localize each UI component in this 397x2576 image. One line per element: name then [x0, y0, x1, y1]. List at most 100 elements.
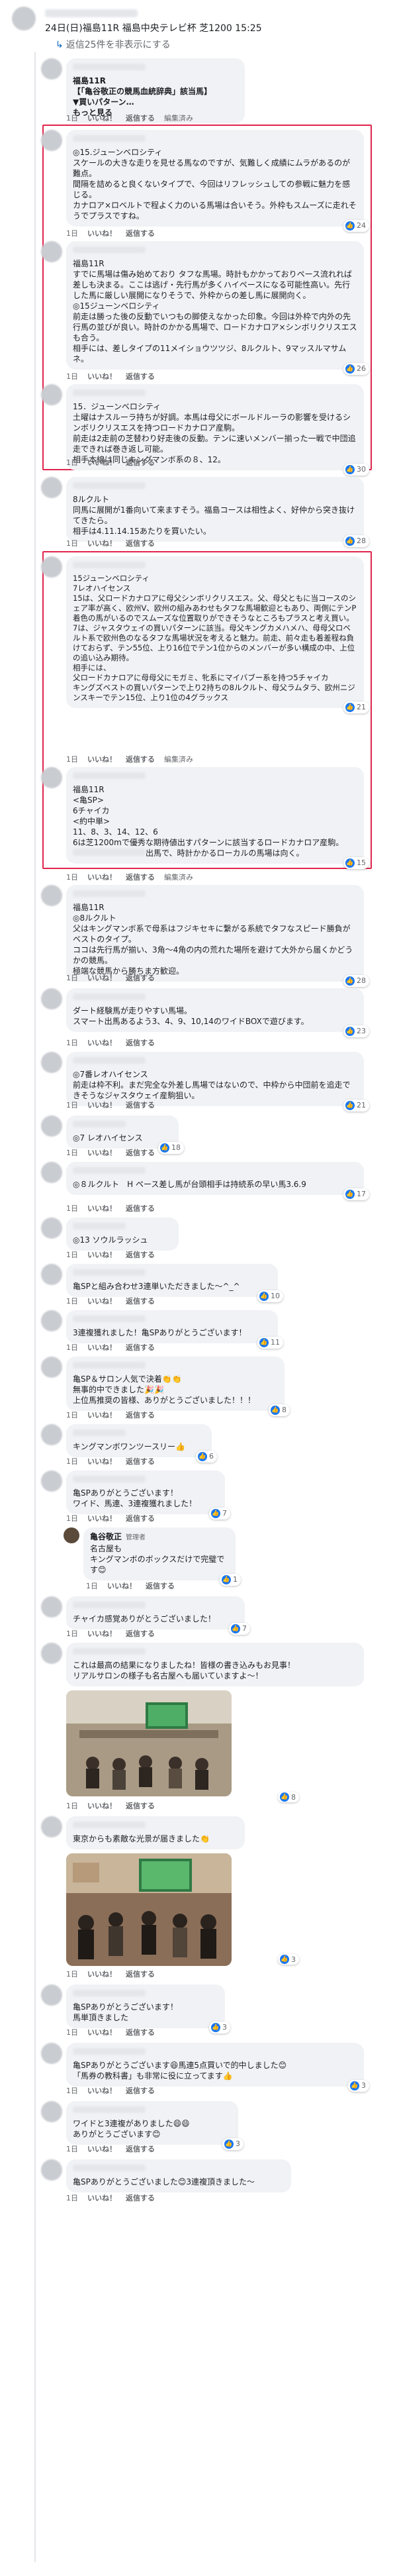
avatar[interactable] [41, 1424, 62, 1445]
avatar[interactable] [41, 1052, 62, 1073]
like-button[interactable]: いいね！ [87, 972, 116, 983]
like-button[interactable]: いいね！ [87, 2085, 116, 2096]
reply-button[interactable]: 返信する [126, 113, 155, 123]
author-name-blurred[interactable] [45, 9, 138, 17]
reaction-count[interactable]: 👍 30 [343, 464, 369, 476]
reaction-count[interactable]: 👍 15 [343, 857, 369, 869]
reaction-count[interactable]: 👍 24 [343, 220, 369, 232]
avatar[interactable] [41, 2101, 62, 2122]
like-button[interactable]: いいね！ [87, 371, 116, 382]
reply-button[interactable]: 返信する [126, 972, 155, 983]
author-name[interactable] [73, 1057, 146, 1064]
author-name[interactable] [73, 1121, 126, 1127]
like-button[interactable]: いいね！ [87, 1410, 116, 1420]
avatar[interactable] [41, 1162, 62, 1183]
like-button[interactable]: いいね！ [87, 1037, 116, 1048]
reply-button[interactable]: 返信する [126, 1342, 155, 1353]
author-name[interactable] [73, 772, 146, 779]
like-button[interactable]: いいね！ [87, 2027, 116, 2037]
avatar[interactable] [41, 1310, 62, 1331]
author-name[interactable] [73, 1362, 146, 1368]
reaction-count[interactable]: 👍 10 [257, 1290, 283, 1302]
reply-button[interactable]: 返信する [126, 2085, 155, 2096]
like-button[interactable]: いいね！ [87, 1147, 116, 1158]
reaction-count[interactable]: 👍 7 [209, 1508, 230, 1520]
reply-button[interactable]: 返信する [126, 538, 155, 548]
like-button[interactable]: いいね！ [87, 1342, 116, 1353]
avatar[interactable] [41, 767, 62, 788]
avatar[interactable] [41, 988, 62, 1009]
like-button[interactable]: いいね！ [87, 1513, 116, 1523]
reply-button[interactable]: 返信する [126, 1147, 155, 1158]
like-button[interactable]: いいね！ [87, 1100, 116, 1110]
author-name[interactable] [73, 1315, 146, 1322]
hide-replies-link[interactable]: ↳ 返信25件を非表示にする [56, 38, 171, 51]
avatar[interactable] [12, 7, 36, 30]
author-name[interactable] [73, 64, 146, 70]
reaction-count[interactable]: 👍 11 [257, 1337, 283, 1349]
like-button[interactable]: いいね！ [87, 1296, 116, 1306]
author-name[interactable] [73, 1602, 146, 1608]
reply-button[interactable]: 返信する [126, 1037, 155, 1048]
like-button[interactable]: いいね！ [107, 1580, 136, 1591]
author-name[interactable] [73, 1269, 146, 1276]
reply-button[interactable]: 返信する [126, 1296, 155, 1306]
author-name[interactable] [73, 1822, 146, 1828]
like-button[interactable]: いいね！ [87, 1969, 116, 1979]
like-button[interactable]: いいね！ [87, 1456, 116, 1467]
avatar[interactable] [41, 1643, 62, 1664]
reaction-count[interactable]: 👍 3 [278, 1954, 299, 1965]
avatar[interactable] [41, 1816, 62, 1837]
avatar[interactable] [41, 130, 62, 151]
author-name[interactable] [73, 562, 146, 568]
author-name[interactable] [73, 994, 146, 1000]
avatar[interactable] [41, 2043, 62, 2064]
avatar[interactable] [41, 1984, 62, 2006]
reply-button[interactable]: 返信する [126, 1249, 155, 1260]
reply-button[interactable]: 返信する [126, 1203, 155, 1213]
author-name[interactable] [73, 389, 146, 396]
avatar[interactable] [64, 1527, 79, 1543]
author-name[interactable] [73, 1223, 126, 1229]
reply-button[interactable]: 返信する [126, 754, 155, 764]
like-button[interactable]: いいね！ [87, 2143, 116, 2154]
like-button[interactable]: いいね！ [87, 1628, 116, 1639]
like-button[interactable]: いいね！ [87, 1249, 116, 1260]
reaction-count[interactable]: 👍 3 [222, 2138, 243, 2150]
author-name[interactable] [73, 246, 146, 253]
like-button[interactable]: いいね！ [87, 872, 116, 882]
avatar[interactable] [41, 1357, 62, 1378]
author-name[interactable] [73, 2106, 146, 2113]
reply-button[interactable]: 返信する [126, 2143, 155, 2154]
reply-button[interactable]: 返信する [126, 2192, 155, 2203]
reaction-count[interactable]: 👍 6 [196, 1451, 217, 1463]
avatar[interactable] [41, 477, 62, 498]
author-name[interactable] [73, 1429, 126, 1436]
reply-button[interactable]: 返信する [126, 1100, 155, 1110]
like-button[interactable]: いいね！ [87, 754, 116, 764]
author-name[interactable] [73, 890, 146, 897]
reply-button[interactable]: 返信する [126, 1969, 155, 1979]
like-button[interactable]: いいね！ [87, 538, 116, 548]
reply-button[interactable]: 返信する [126, 1456, 155, 1467]
reaction-count[interactable]: 👍 18 [158, 1142, 184, 1154]
reaction-count[interactable]: 👍 1 [220, 1574, 241, 1586]
like-button[interactable]: いいね！ [87, 1203, 116, 1213]
avatar[interactable] [41, 1217, 62, 1239]
reply-button[interactable]: 返信する [126, 371, 155, 382]
reply-button[interactable]: 返信する [126, 1800, 155, 1811]
author-name[interactable] [73, 1476, 146, 1482]
author-name[interactable] [73, 135, 146, 142]
like-button[interactable]: いいね！ [87, 1800, 116, 1811]
author-name[interactable] [73, 1990, 146, 1996]
reaction-count[interactable]: 👍 28 [343, 535, 369, 547]
like-button[interactable]: いいね！ [87, 113, 116, 123]
avatar[interactable] [41, 2159, 62, 2181]
avatar[interactable] [41, 885, 62, 906]
author-name[interactable] [73, 482, 146, 489]
reaction-count[interactable]: 👍 8 [278, 1792, 299, 1802]
reply-button[interactable]: 返信する [146, 1580, 175, 1591]
reaction-count[interactable]: 👍 28 [343, 975, 369, 987]
avatar[interactable] [41, 1596, 62, 1618]
photo-venue[interactable] [66, 1690, 232, 1796]
